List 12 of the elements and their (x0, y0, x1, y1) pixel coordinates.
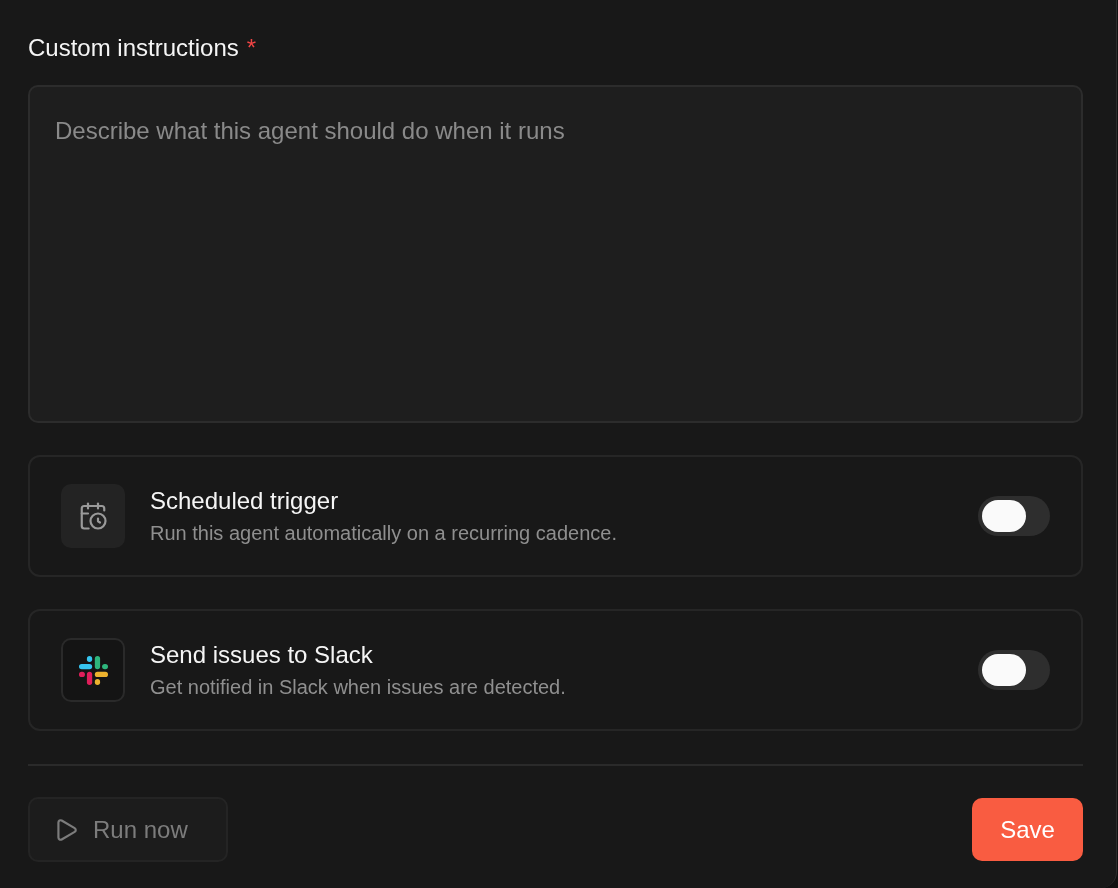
field-label: Custom instructions (28, 33, 239, 63)
calendar-clock-icon (61, 484, 125, 548)
option-title: Scheduled trigger (150, 486, 340, 516)
option-title: Send issues to Slack (150, 640, 374, 670)
toggle-switch[interactable] (978, 496, 1050, 536)
instructions-textarea[interactable]: Describe what this agent should do when it runs (28, 85, 1083, 423)
toggle-switch[interactable] (978, 650, 1050, 690)
option-description: Get notified in Slack when issues are detected. (150, 675, 567, 700)
save-button[interactable]: Save (972, 798, 1083, 861)
slack-logo-icon (61, 638, 125, 702)
option-description: Run this agent automatically on a recurring cadence. (150, 521, 618, 546)
required-mark: * (246, 33, 257, 63)
